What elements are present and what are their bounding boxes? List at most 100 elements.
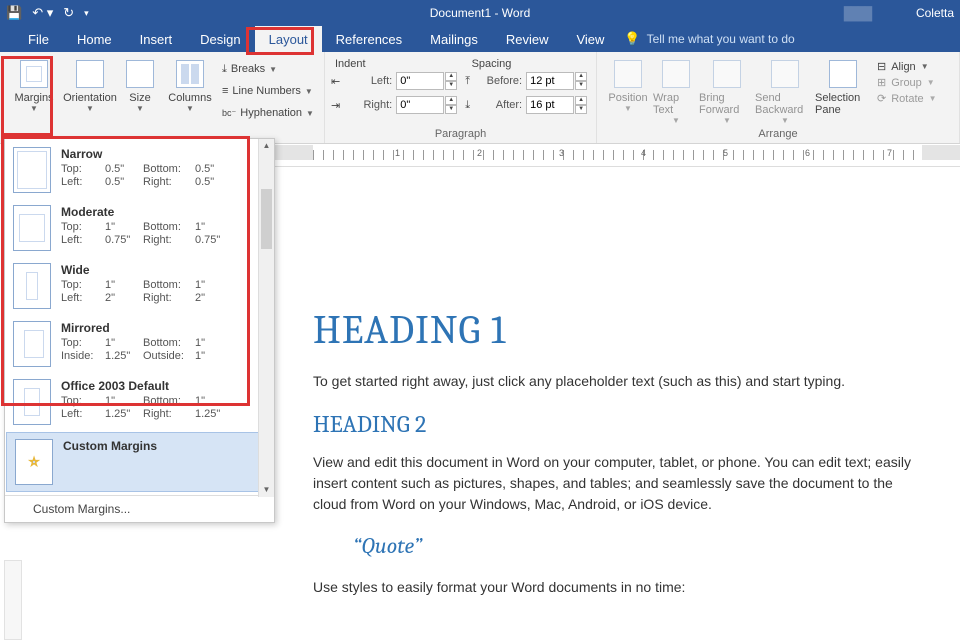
- tab-insert[interactable]: Insert: [126, 26, 187, 52]
- margin-thumb-icon: [13, 379, 51, 425]
- arrange-group-label: Arrange: [603, 128, 953, 141]
- spacing-after-input[interactable]: ▲▼: [526, 96, 587, 114]
- spacing-after-icon: ⤓: [465, 99, 470, 112]
- margin-option-narrow[interactable]: NarrowTop:0.5"Bottom:0.5"Left:0.5"Right:…: [5, 141, 274, 199]
- margin-option-name: Wide: [61, 263, 227, 277]
- bring-forward-icon: [713, 60, 741, 88]
- columns-button[interactable]: Columns ▼: [162, 56, 218, 124]
- scroll-up-icon[interactable]: ▲: [259, 139, 274, 153]
- scroll-down-icon[interactable]: ▼: [259, 483, 274, 497]
- tab-file[interactable]: File: [14, 26, 63, 52]
- document-page[interactable]: HEADING 1 To get started right away, jus…: [275, 167, 960, 630]
- margin-option-custom-margins[interactable]: Custom Margins: [6, 432, 273, 492]
- margin-thumb-icon: [13, 263, 51, 309]
- orientation-icon: [76, 60, 104, 88]
- margins-dropdown-menu: NarrowTop:0.5"Bottom:0.5"Left:0.5"Right:…: [4, 138, 275, 523]
- margin-option-moderate[interactable]: ModerateTop:1"Bottom:1"Left:0.75"Right:0…: [5, 199, 274, 257]
- breaks-button[interactable]: ⤓Breaks▼: [218, 58, 318, 80]
- selection-pane-button[interactable]: Selection Pane: [815, 56, 871, 125]
- paragraph-1[interactable]: To get started right away, just click an…: [313, 371, 922, 392]
- ruler-number: 6: [805, 148, 810, 158]
- position-button[interactable]: Position▼: [603, 56, 653, 125]
- size-button[interactable]: Size ▼: [118, 56, 162, 124]
- margin-option-name: Moderate: [61, 205, 227, 219]
- tab-view[interactable]: View: [562, 26, 618, 52]
- ruler-number: 5: [723, 148, 728, 158]
- paragraph-2[interactable]: View and edit this document in Word on y…: [313, 452, 922, 515]
- margin-option-wide[interactable]: WideTop:1"Bottom:1"Left:2"Right:2": [5, 257, 274, 315]
- indent-right-icon: ⇥: [331, 99, 340, 112]
- user-name[interactable]: Coletta: [916, 6, 954, 20]
- ruler-number: 1: [395, 148, 400, 158]
- orientation-button[interactable]: Orientation ▼: [62, 56, 118, 124]
- custom-margins-menu-item[interactable]: Custom Margins...: [5, 495, 274, 522]
- document-title: Document1 - Word: [430, 6, 530, 20]
- spacing-heading: Spacing: [468, 56, 512, 70]
- paragraph-3[interactable]: Use styles to easily format your Word do…: [313, 577, 922, 598]
- hyphenation-icon: bc⁻: [222, 108, 236, 119]
- qat-customize-icon[interactable]: ▾: [84, 8, 89, 19]
- position-icon: [614, 60, 642, 88]
- indent-right-input[interactable]: ▲▼: [396, 96, 457, 114]
- redo-icon[interactable]: ↻: [63, 5, 74, 21]
- margins-button[interactable]: Margins ▼: [6, 56, 62, 124]
- ribbon-tabs: File Home Insert Design Layout Reference…: [0, 26, 960, 52]
- margin-thumb-icon: [13, 205, 51, 251]
- tell-me-search[interactable]: 💡 Tell me what you want to do: [624, 31, 794, 47]
- chevron-down-icon: ▼: [86, 104, 94, 113]
- vertical-ruler-fragment: [4, 560, 22, 640]
- menu-scrollbar[interactable]: ▲ ▼: [258, 139, 274, 497]
- indent-left-input[interactable]: ▲▼: [396, 72, 457, 90]
- tab-mailings[interactable]: Mailings: [416, 26, 492, 52]
- heading-2[interactable]: HEADING 2: [313, 410, 922, 438]
- margin-option-name: Office 2003 Default: [61, 379, 227, 393]
- line-numbers-button[interactable]: ≡Line Numbers▼: [218, 80, 318, 102]
- bring-forward-button[interactable]: Bring Forward▼: [699, 56, 755, 125]
- rotate-button[interactable]: ⟳Rotate▼: [877, 92, 937, 105]
- margins-options-list: NarrowTop:0.5"Bottom:0.5"Left:0.5"Right:…: [5, 139, 274, 495]
- lightbulb-icon: 💡: [624, 31, 640, 47]
- tab-review[interactable]: Review: [492, 26, 563, 52]
- hyphenation-button[interactable]: bc⁻Hyphenation▼: [218, 102, 318, 124]
- margin-thumb-icon: [13, 321, 51, 367]
- group-page-setup: Margins ▼ Orientation ▼ Size ▼ Columns ▼…: [0, 52, 325, 143]
- margins-icon: [20, 60, 48, 88]
- margin-option-name: Mirrored: [61, 321, 227, 335]
- ribbon: Margins ▼ Orientation ▼ Size ▼ Columns ▼…: [0, 52, 960, 144]
- save-icon[interactable]: 💾: [6, 5, 22, 21]
- quote-text[interactable]: “Quote”: [353, 533, 922, 559]
- chevron-down-icon: ▼: [186, 104, 194, 113]
- send-backward-button[interactable]: Send Backward▼: [755, 56, 815, 125]
- tab-layout[interactable]: Layout: [255, 26, 322, 52]
- tab-home[interactable]: Home: [63, 26, 126, 52]
- align-icon: ⊟: [877, 60, 886, 73]
- group-paragraph: Indent Spacing ⇤Left: ▲▼ ⇥Right: ▲▼ ⤒Bef…: [325, 52, 597, 143]
- wrap-text-icon: [662, 60, 690, 88]
- scroll-thumb[interactable]: [261, 189, 272, 249]
- horizontal-ruler[interactable]: 1234567: [275, 145, 960, 167]
- size-label: Size: [129, 92, 150, 104]
- title-decoration: ▮▮▮▮: [842, 0, 870, 25]
- heading-1[interactable]: HEADING 1: [313, 307, 922, 353]
- columns-label: Columns: [168, 92, 211, 104]
- margin-option-mirrored[interactable]: MirroredTop:1"Bottom:1"Inside:1.25"Outsi…: [5, 315, 274, 373]
- ruler-number: 3: [559, 148, 564, 158]
- margin-option-name: Custom Margins: [63, 439, 157, 453]
- chevron-down-icon: ▼: [30, 104, 38, 113]
- tab-design[interactable]: Design: [186, 26, 254, 52]
- tell-me-label: Tell me what you want to do: [647, 32, 795, 46]
- margin-option-office-2003-default[interactable]: Office 2003 DefaultTop:1"Bottom:1"Left:1…: [5, 373, 274, 431]
- ruler-number: 2: [477, 148, 482, 158]
- paragraph-group-label: Paragraph: [331, 128, 590, 141]
- size-icon: [126, 60, 154, 88]
- wrap-text-button[interactable]: Wrap Text▼: [653, 56, 699, 125]
- send-backward-icon: [771, 60, 799, 88]
- rotate-icon: ⟳: [877, 92, 886, 105]
- align-button[interactable]: ⊟Align▼: [877, 60, 937, 73]
- spacing-before-input[interactable]: ▲▼: [526, 72, 587, 90]
- columns-icon: [176, 60, 204, 88]
- group-button[interactable]: ⊞Group▼: [877, 76, 937, 89]
- line-numbers-icon: ≡: [222, 85, 228, 97]
- tab-references[interactable]: References: [322, 26, 416, 52]
- undo-icon[interactable]: ↶ ▾: [32, 5, 53, 21]
